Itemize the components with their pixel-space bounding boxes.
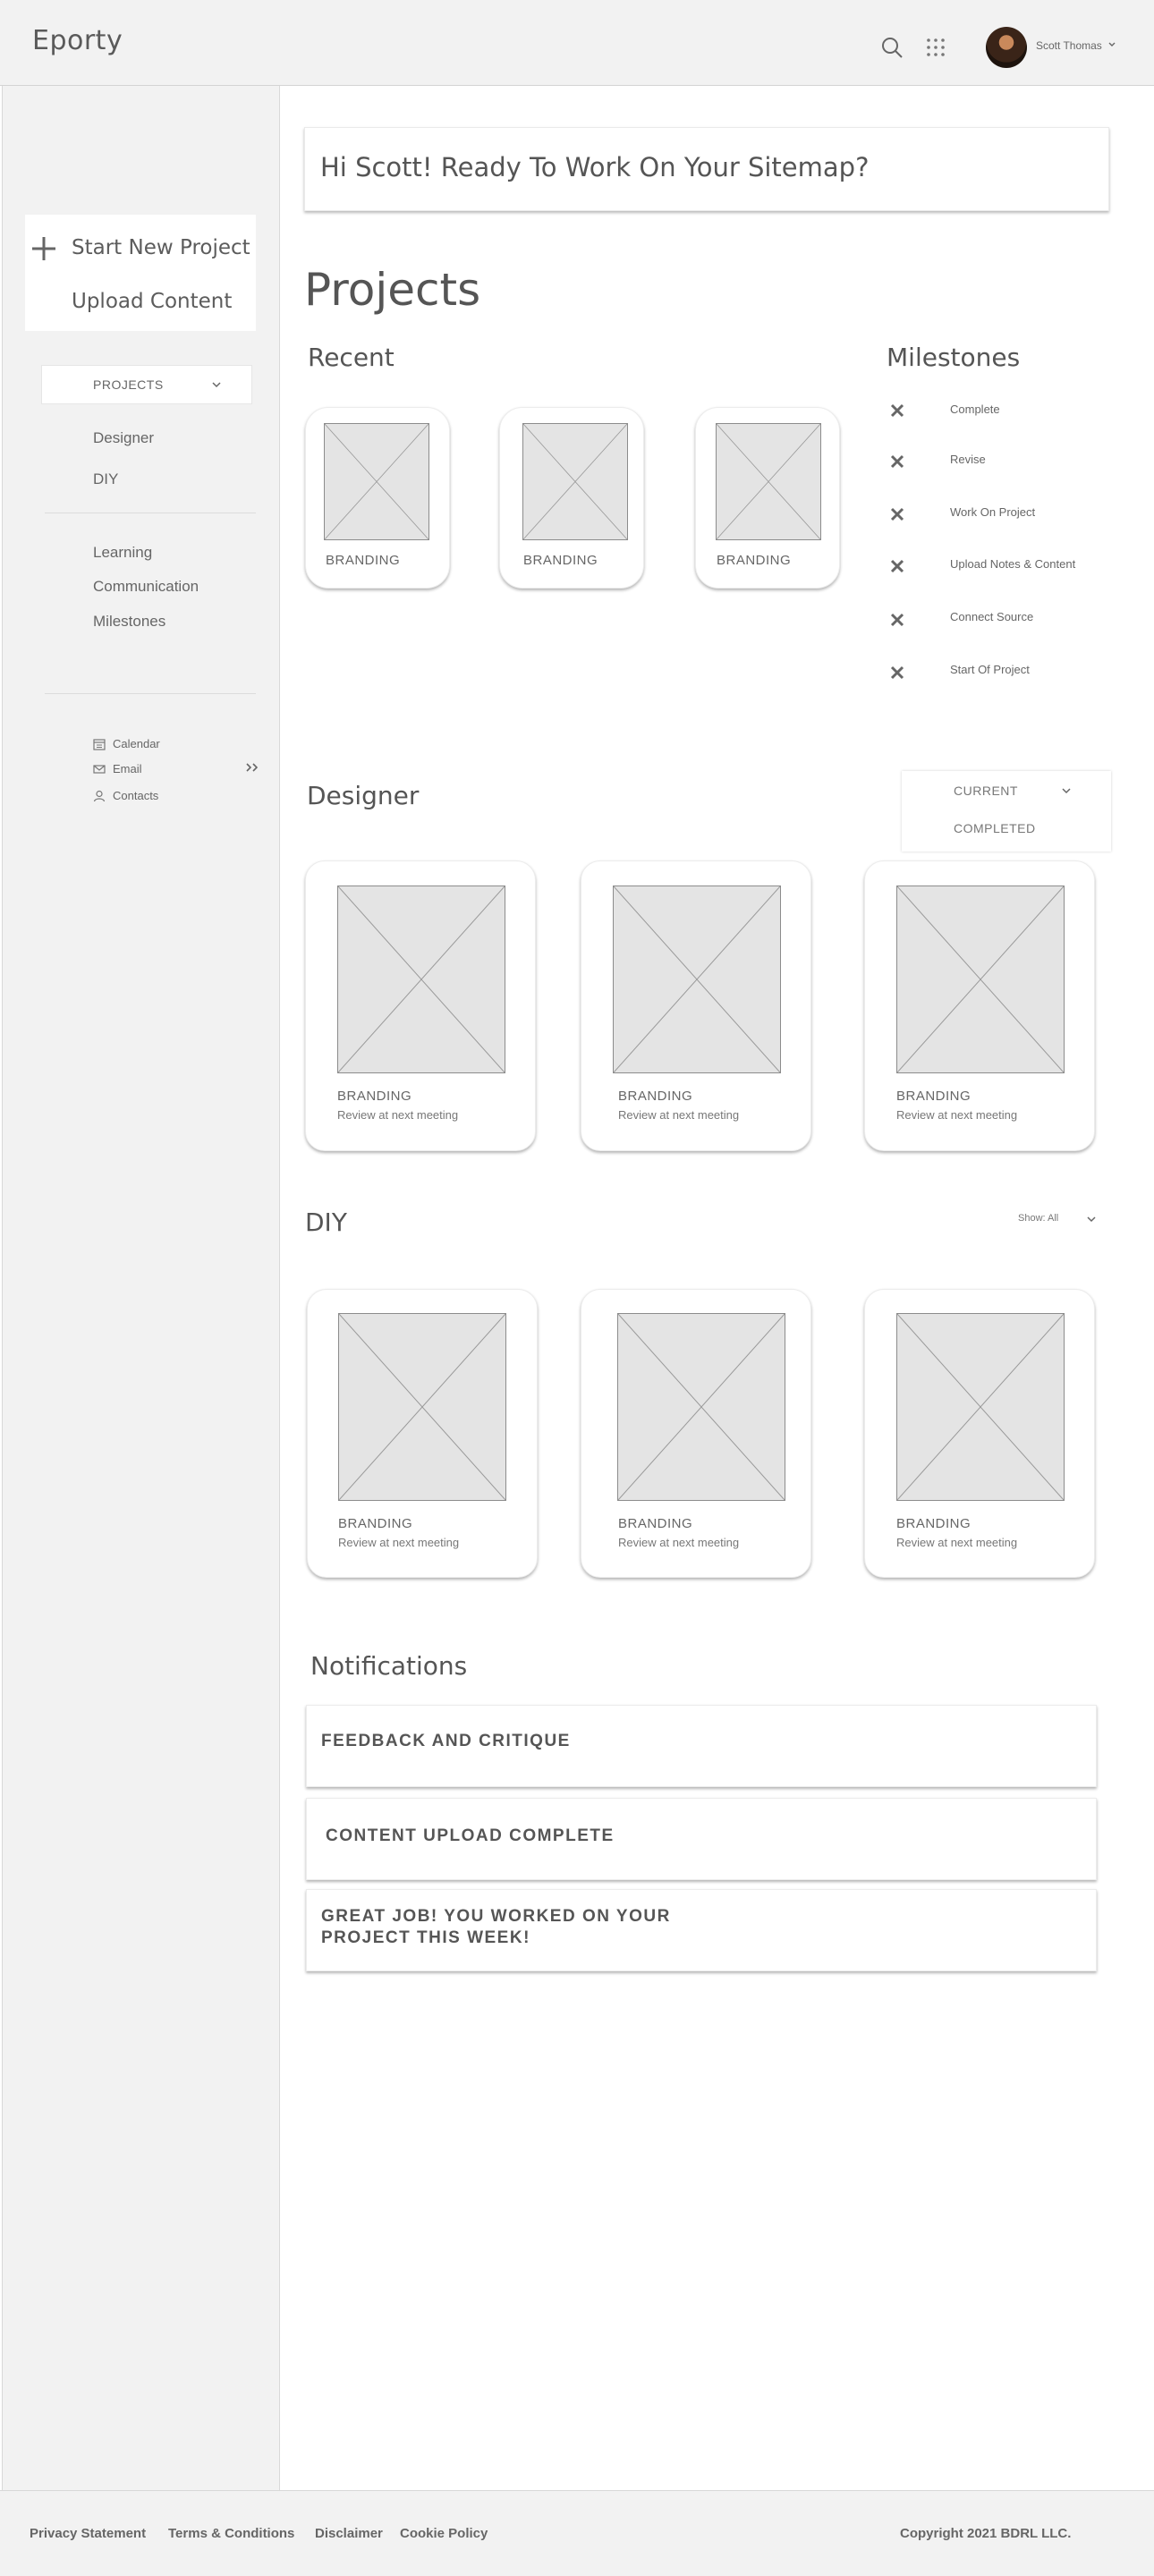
footer-link-disclaimer[interactable]: Disclaimer (315, 2526, 383, 2541)
close-icon[interactable] (889, 506, 905, 522)
notification-text: FEEDBACK AND CRITIQUE (321, 1732, 571, 1750)
calendar-icon (93, 739, 106, 750)
card-subtitle: Review at next meeting (618, 1536, 740, 1549)
image-placeholder (617, 1313, 785, 1501)
upload-content-button[interactable]: Upload Content (72, 290, 232, 313)
designer-project-card[interactable]: BRANDING Review at next meeting (581, 860, 811, 1151)
image-placeholder (338, 1313, 506, 1501)
image-placeholder (613, 886, 781, 1073)
diy-project-card[interactable]: BRANDING Review at next meeting (581, 1289, 811, 1578)
chevron-down-icon[interactable] (1061, 785, 1072, 796)
notification-item[interactable]: FEEDBACK AND CRITIQUE (306, 1705, 1097, 1787)
card-subtitle: Review at next meeting (896, 1536, 1018, 1549)
card-title: BRANDING (717, 553, 792, 568)
notification-item[interactable]: GREAT JOB! YOU WORKED ON YOUR PROJECT TH… (306, 1889, 1097, 1971)
app-logo[interactable]: Eporty (32, 25, 123, 56)
designer-project-card[interactable]: BRANDING Review at next meeting (864, 860, 1095, 1151)
milestone-item: Upload Notes & Content (950, 557, 1076, 571)
card-subtitle: Review at next meeting (338, 1536, 460, 1549)
image-placeholder (337, 886, 505, 1073)
apps-grid-icon[interactable] (926, 38, 946, 57)
sidebar-item-calendar[interactable]: Calendar (93, 736, 200, 752)
user-name[interactable]: Scott Thomas (1036, 39, 1102, 52)
image-placeholder (716, 423, 821, 540)
chevron-down-icon[interactable] (211, 379, 222, 390)
notification-text: CONTENT UPLOAD COMPLETE (326, 1826, 615, 1845)
plus-icon[interactable] (30, 235, 57, 262)
close-icon[interactable] (889, 665, 905, 681)
milestone-item: Work On Project (950, 505, 1036, 519)
card-title: BRANDING (523, 553, 598, 568)
recent-project-card[interactable]: BRANDING (499, 407, 644, 589)
start-new-project-button[interactable]: Start New Project (72, 236, 250, 259)
notification-item[interactable]: CONTENT UPLOAD COMPLETE (306, 1798, 1097, 1880)
notification-text: GREAT JOB! YOU WORKED ON YOUR (321, 1907, 671, 1926)
copyright-text: Copyright 2021 BDRL LLC. (900, 2526, 1072, 2541)
avatar[interactable] (986, 27, 1027, 68)
recent-project-card[interactable]: BRANDING (305, 407, 450, 589)
milestones-heading: Milestones (887, 343, 1021, 372)
filter-completed-option[interactable]: COMPLETED (954, 821, 1036, 835)
chevron-down-icon[interactable] (1086, 1214, 1097, 1224)
image-placeholder (896, 1313, 1065, 1501)
footer-link-terms[interactable]: Terms & Conditions (168, 2526, 294, 2541)
footer-link-cookies[interactable]: Cookie Policy (400, 2526, 488, 2541)
page-title: Projects (304, 264, 481, 316)
email-label: Email (113, 762, 142, 775)
footer-link-privacy[interactable]: Privacy Statement (30, 2526, 146, 2541)
close-icon[interactable] (889, 453, 905, 470)
sidebar-item-email[interactable]: Email (93, 761, 200, 777)
notification-text: PROJECT THIS WEEK! (321, 1928, 530, 1947)
double-chevron-right-icon[interactable] (245, 761, 261, 774)
calendar-label: Calendar (113, 737, 160, 750)
diy-project-card[interactable]: BRANDING Review at next meeting (307, 1289, 538, 1578)
image-placeholder (324, 423, 429, 540)
milestone-item: Connect Source (950, 610, 1034, 623)
card-title: BRANDING (337, 1089, 412, 1104)
card-subtitle: Review at next meeting (896, 1108, 1018, 1122)
person-icon (93, 790, 106, 802)
sidebar-item-diy[interactable]: DIY (93, 470, 118, 488)
sidebar-item-contacts[interactable]: Contacts (93, 788, 200, 804)
mail-icon (93, 765, 106, 774)
designer-project-card[interactable]: BRANDING Review at next meeting (305, 860, 536, 1151)
diy-heading: DIY (305, 1208, 347, 1237)
search-icon[interactable] (880, 36, 904, 59)
filter-current-option[interactable]: CURRENT (954, 784, 1018, 798)
diy-project-card[interactable]: BRANDING Review at next meeting (864, 1289, 1095, 1578)
sidebar-item-learning[interactable]: Learning (93, 544, 152, 562)
notifications-heading: Notifications (310, 1651, 468, 1681)
project-actions-card (25, 215, 256, 331)
top-header (0, 0, 1154, 86)
milestone-item: Start Of Project (950, 663, 1030, 676)
chevron-down-icon[interactable] (1107, 40, 1116, 49)
card-title: BRANDING (618, 1089, 693, 1104)
milestone-item: Revise (950, 453, 986, 466)
contacts-label: Contacts (113, 789, 159, 802)
image-placeholder (522, 423, 628, 540)
card-title: BRANDING (338, 1516, 413, 1531)
card-title: BRANDING (326, 553, 401, 568)
sidebar-divider (45, 693, 256, 694)
card-title: BRANDING (618, 1516, 693, 1531)
card-subtitle: Review at next meeting (337, 1108, 459, 1122)
card-title: BRANDING (896, 1516, 972, 1531)
recent-project-card[interactable]: BRANDING (695, 407, 840, 589)
designer-heading: Designer (307, 781, 420, 810)
close-icon[interactable] (889, 558, 905, 574)
card-subtitle: Review at next meeting (618, 1108, 740, 1122)
recent-heading: Recent (308, 343, 395, 372)
milestone-item: Complete (950, 402, 1000, 416)
sidebar-item-communication[interactable]: Communication (93, 578, 199, 596)
image-placeholder (896, 886, 1065, 1073)
close-icon[interactable] (889, 402, 905, 419)
show-filter[interactable]: Show: All (1018, 1213, 1058, 1224)
greeting-text: Hi Scott! Ready To Work On Your Sitemap? (320, 152, 870, 182)
sidebar-item-designer[interactable]: Designer (93, 429, 154, 447)
close-icon[interactable] (889, 612, 905, 628)
projects-dropdown-label[interactable]: PROJECTS (93, 377, 164, 392)
sidebar-item-milestones[interactable]: Milestones (93, 613, 165, 631)
card-title: BRANDING (896, 1089, 972, 1104)
